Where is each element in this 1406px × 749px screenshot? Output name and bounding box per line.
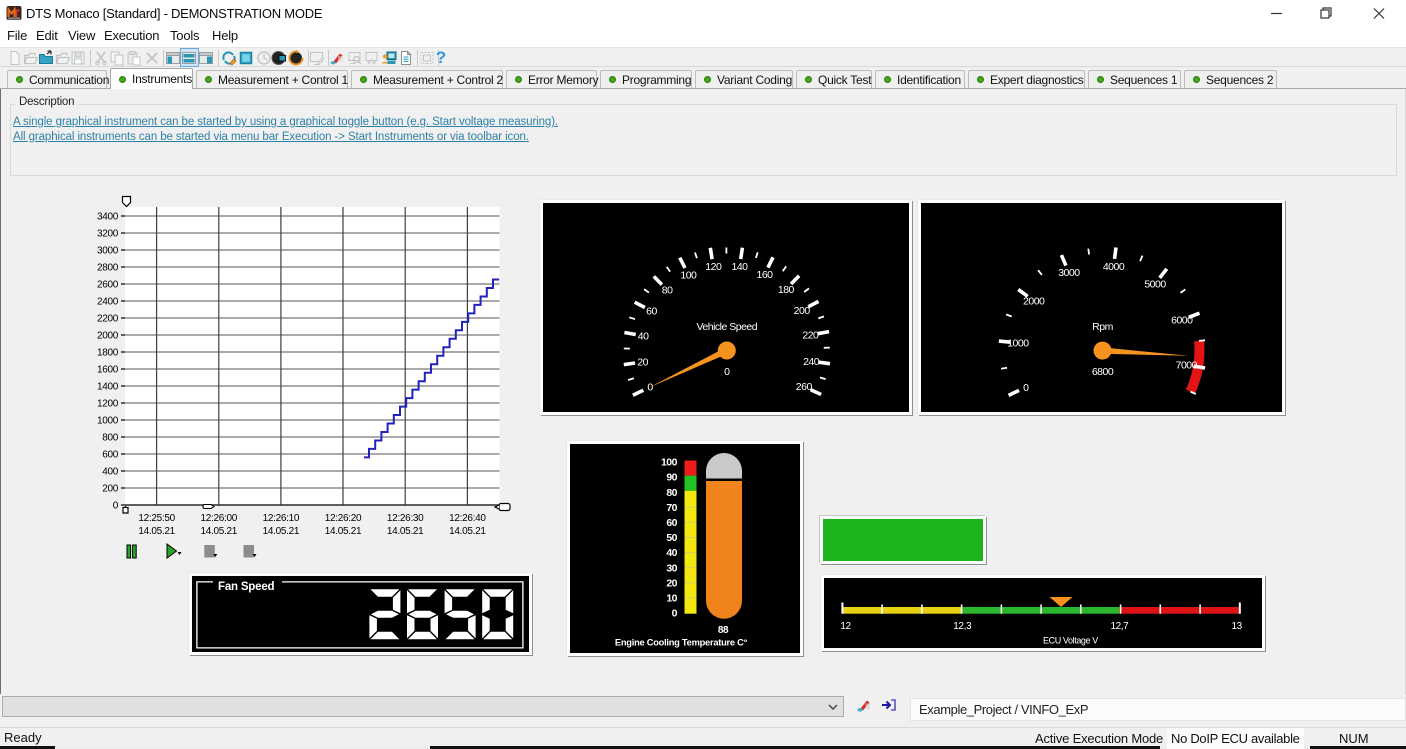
- svg-text:80: 80: [662, 285, 673, 297]
- svg-text:2000: 2000: [97, 331, 119, 342]
- svg-text:2400: 2400: [97, 297, 119, 308]
- svg-text:12,7: 12,7: [1110, 621, 1129, 632]
- svg-text:0: 0: [724, 366, 730, 378]
- svg-text:12:26:10: 12:26:10: [263, 513, 300, 524]
- svg-text:140: 140: [731, 261, 748, 273]
- svg-text:20: 20: [666, 577, 677, 589]
- svg-text:1000: 1000: [97, 416, 119, 427]
- svg-text:0: 0: [1023, 382, 1029, 394]
- svg-text:800: 800: [102, 433, 119, 444]
- svg-text:14.05.21: 14.05.21: [263, 526, 300, 537]
- svg-text:Rpm: Rpm: [1092, 321, 1113, 333]
- svg-text:5000: 5000: [1144, 278, 1166, 290]
- svg-text:4000: 4000: [1103, 261, 1125, 273]
- svg-text:14.05.21: 14.05.21: [138, 526, 175, 537]
- svg-text:3000: 3000: [97, 246, 119, 257]
- svg-text:20: 20: [637, 357, 648, 369]
- svg-text:1000: 1000: [1007, 337, 1029, 349]
- svg-text:10: 10: [666, 593, 677, 605]
- svg-text:50: 50: [666, 532, 677, 544]
- svg-text:240: 240: [803, 356, 820, 368]
- svg-text:ECU Voltage V: ECU Voltage V: [1043, 636, 1098, 646]
- svg-text:1200: 1200: [97, 399, 119, 410]
- svg-text:0: 0: [113, 501, 119, 512]
- svg-text:70: 70: [666, 502, 677, 514]
- svg-text:100: 100: [680, 269, 697, 281]
- svg-text:14.05.21: 14.05.21: [325, 526, 362, 537]
- svg-text:40: 40: [638, 330, 649, 342]
- svg-text:3200: 3200: [97, 229, 119, 240]
- svg-text:400: 400: [102, 467, 119, 478]
- svg-text:6800: 6800: [1092, 366, 1114, 378]
- svg-text:12:26:40: 12:26:40: [449, 513, 486, 524]
- svg-text:14.05.21: 14.05.21: [201, 526, 238, 537]
- svg-text:2000: 2000: [1023, 295, 1045, 307]
- svg-text:60: 60: [646, 306, 657, 318]
- svg-text:0: 0: [672, 608, 678, 620]
- svg-text:3400: 3400: [97, 212, 119, 223]
- svg-text:12:26:20: 12:26:20: [325, 513, 362, 524]
- svg-text:2200: 2200: [97, 314, 119, 325]
- svg-text:14.05.21: 14.05.21: [449, 526, 486, 537]
- svg-text:160: 160: [756, 269, 773, 281]
- svg-text:80: 80: [666, 487, 677, 499]
- svg-text:12:26:00: 12:26:00: [201, 513, 238, 524]
- svg-text:Engine Cooling Temperature C°: Engine Cooling Temperature C°: [615, 638, 748, 648]
- svg-text:100: 100: [661, 457, 678, 469]
- svg-text:88: 88: [718, 625, 729, 636]
- svg-text:200: 200: [794, 305, 811, 317]
- svg-text:12: 12: [840, 621, 851, 632]
- svg-text:13: 13: [1231, 621, 1242, 632]
- svg-text:0: 0: [647, 382, 653, 394]
- svg-text:90: 90: [666, 472, 677, 484]
- svg-text:60: 60: [666, 517, 677, 529]
- svg-text:600: 600: [102, 450, 119, 461]
- svg-text:12:25:50: 12:25:50: [138, 513, 175, 524]
- svg-text:12,3: 12,3: [953, 621, 972, 632]
- svg-text:40: 40: [666, 547, 677, 559]
- svg-text:120: 120: [705, 261, 722, 273]
- svg-text:1800: 1800: [97, 348, 119, 359]
- svg-text:Vehicle Speed: Vehicle Speed: [696, 321, 757, 333]
- svg-text:6000: 6000: [1171, 315, 1193, 327]
- svg-text:200: 200: [102, 484, 119, 495]
- svg-text:220: 220: [802, 330, 819, 342]
- svg-text:Fan Speed: Fan Speed: [218, 581, 275, 593]
- svg-text:180: 180: [778, 284, 795, 296]
- svg-text:2800: 2800: [97, 263, 119, 274]
- svg-text:2600: 2600: [97, 280, 119, 291]
- svg-text:7000: 7000: [1176, 359, 1198, 371]
- svg-text:3000: 3000: [1058, 267, 1080, 279]
- svg-text:30: 30: [666, 562, 677, 574]
- svg-text:1600: 1600: [97, 365, 119, 376]
- svg-text:260: 260: [796, 381, 813, 393]
- svg-text:12:26:30: 12:26:30: [387, 513, 424, 524]
- svg-text:1400: 1400: [97, 382, 119, 393]
- svg-text:14.05.21: 14.05.21: [387, 526, 424, 537]
